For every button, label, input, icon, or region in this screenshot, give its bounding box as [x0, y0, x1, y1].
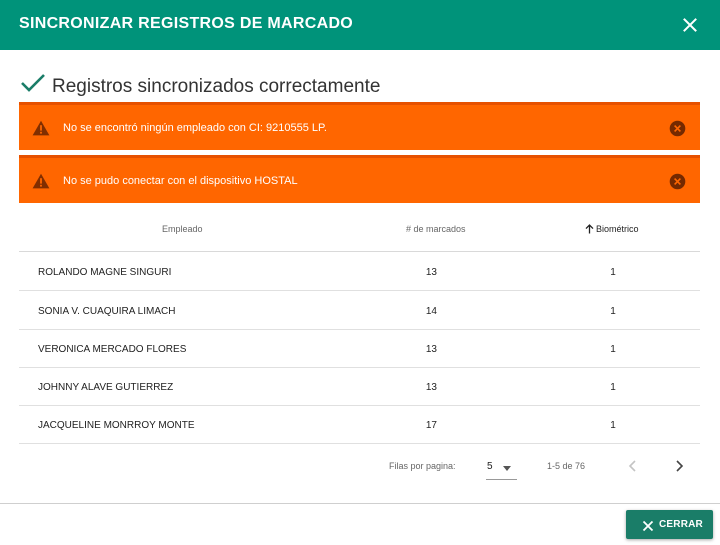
cell-empleado: SONIA V. CUAQUIRA LIMACH: [38, 306, 176, 317]
table-header: Empleado # de marcados Biométrico: [19, 205, 700, 252]
table-row[interactable]: ROLANDO MAGNE SINGURI 13 1: [19, 253, 700, 291]
alert-employee-not-found: No se encontró ningún empleado con CI: 9…: [19, 102, 700, 150]
success-text: Registros sincronizados correctamente: [52, 76, 381, 97]
dialog-title: SINCRONIZAR REGISTROS DE MARCADO: [19, 15, 354, 32]
column-header-biometrico[interactable]: Biométrico: [585, 224, 639, 234]
cell-empleado: VERONICA MERCADO FLORES: [38, 344, 187, 355]
chevron-left-icon[interactable]: [624, 457, 642, 475]
success-message: Registros sincronizados correctamente: [20, 72, 380, 99]
chevron-right-icon[interactable]: [670, 457, 688, 475]
pagination: Filas por pagina: 5 1-5 de 76: [0, 446, 720, 486]
table-row[interactable]: SONIA V. CUAQUIRA LIMACH 14 1: [19, 292, 700, 330]
rows-per-page-select[interactable]: 5: [486, 454, 517, 480]
close-circle-icon[interactable]: [669, 120, 686, 137]
column-header-empleado[interactable]: Empleado: [162, 224, 203, 234]
cell-empleado: JOHNNY ALAVE GUTIERREZ: [38, 382, 174, 393]
cell-empleado: ROLANDO MAGNE SINGURI: [38, 267, 172, 278]
check-icon: [20, 72, 46, 99]
pagination-range: 1-5 de 76: [547, 461, 586, 471]
table-row[interactable]: VERONICA MERCADO FLORES 13 1: [19, 330, 700, 368]
dialog-header: SINCRONIZAR REGISTROS DE MARCADO: [0, 0, 720, 50]
close-icon[interactable]: [678, 13, 702, 37]
column-header-marcados[interactable]: # de marcados: [406, 224, 466, 234]
alert-text: No se encontró ningún empleado con CI: 9…: [63, 122, 327, 134]
warning-icon: [32, 173, 50, 189]
close-circle-icon[interactable]: [669, 173, 686, 190]
caret-down-icon: [503, 466, 511, 471]
column-header-biometrico-label: Biométrico: [596, 224, 639, 234]
rows-per-page-value: 5: [487, 461, 493, 472]
close-button[interactable]: CERRAR: [626, 510, 713, 539]
cell-empleado: JACQUELINE MONRROY MONTE: [38, 420, 195, 431]
warning-icon: [32, 120, 50, 136]
dialog-footer: CERRAR: [0, 504, 720, 545]
alert-text: No se pudo conectar con el dispositivo H…: [63, 175, 298, 187]
close-icon: [642, 519, 654, 532]
alert-device-connection: No se pudo conectar con el dispositivo H…: [19, 155, 700, 203]
rows-per-page-label: Filas por pagina:: [389, 461, 456, 471]
close-button-label: CERRAR: [659, 519, 703, 530]
table-row[interactable]: JACQUELINE MONRROY MONTE 17 1: [19, 406, 700, 444]
arrow-up-icon: [585, 224, 594, 234]
table-row[interactable]: JOHNNY ALAVE GUTIERREZ 13 1: [19, 368, 700, 406]
